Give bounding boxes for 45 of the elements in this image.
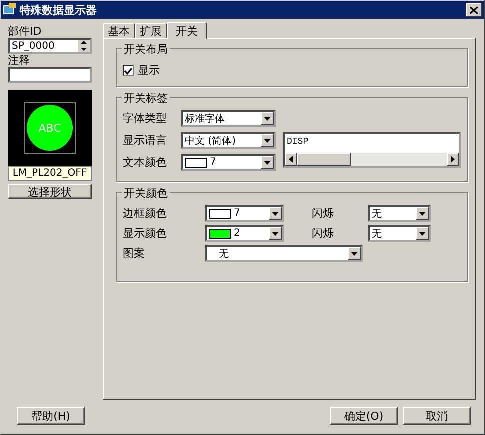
scroll-right-icon[interactable] bbox=[447, 153, 459, 166]
field-label: 字体类型 bbox=[123, 111, 168, 126]
field-label: 部件ID bbox=[8, 25, 43, 38]
dropdown[interactable]: 中文 (简体) bbox=[181, 132, 276, 149]
dropdown[interactable]: 无 bbox=[368, 225, 431, 242]
group-title: 开关颜色 bbox=[122, 186, 170, 201]
cancel-button[interactable]: 取消 bbox=[403, 407, 471, 425]
dropdown[interactable]: 标准字体 bbox=[181, 110, 276, 127]
dropdown[interactable]: 2 bbox=[205, 225, 284, 242]
field-label: 边框颜色 bbox=[123, 206, 168, 221]
dropdown[interactable]: 7 bbox=[205, 205, 284, 222]
dropdown[interactable]: 7 bbox=[181, 154, 276, 171]
field-label: 闪烁 bbox=[312, 226, 335, 241]
tab[interactable]: 开关 bbox=[167, 22, 207, 39]
scroll-left-icon[interactable] bbox=[285, 153, 297, 166]
checkbox-label: 显示 bbox=[138, 63, 160, 78]
dropdown[interactable]: 无 bbox=[205, 245, 363, 262]
horizontal-scrollbar[interactable] bbox=[285, 153, 459, 166]
group-title: 开关标签 bbox=[122, 91, 170, 106]
close-button[interactable] bbox=[466, 3, 482, 17]
text-value: DISP bbox=[286, 136, 310, 149]
app-icon bbox=[3, 2, 17, 18]
field-label: 显示语言 bbox=[123, 133, 168, 148]
checkbox[interactable] bbox=[123, 65, 134, 76]
spinner-field[interactable]: SP_0000 bbox=[8, 38, 92, 54]
spinner-arrows-icon[interactable] bbox=[78, 40, 90, 52]
tab[interactable]: 基本 bbox=[103, 23, 135, 38]
field-label: 注释 bbox=[8, 54, 31, 67]
scroll-thumb[interactable] bbox=[297, 153, 351, 166]
close-icon[interactable] bbox=[470, 6, 478, 14]
text-field[interactable]: DISP bbox=[283, 132, 461, 168]
comment-field[interactable] bbox=[8, 67, 92, 83]
window-title: 特殊数据显示器 bbox=[20, 2, 98, 18]
field-label: 显示颜色 bbox=[123, 226, 168, 241]
select-shape-button[interactable]: 选择形状 bbox=[8, 184, 92, 199]
dropdown[interactable]: 无 bbox=[368, 205, 431, 222]
field-label: 文本颜色 bbox=[123, 155, 168, 170]
tab[interactable]: 扩展 bbox=[135, 23, 167, 38]
help-button[interactable]: 帮助(H) bbox=[17, 407, 85, 425]
shape-name: LM_PL202_OFF bbox=[8, 166, 92, 181]
field-label: 图案 bbox=[123, 246, 146, 261]
group-title: 开关布局 bbox=[122, 42, 170, 57]
field-label: 闪烁 bbox=[312, 206, 335, 221]
ok-button[interactable]: 确定(O) bbox=[330, 407, 398, 425]
lamp-circle: ABC bbox=[27, 105, 73, 151]
